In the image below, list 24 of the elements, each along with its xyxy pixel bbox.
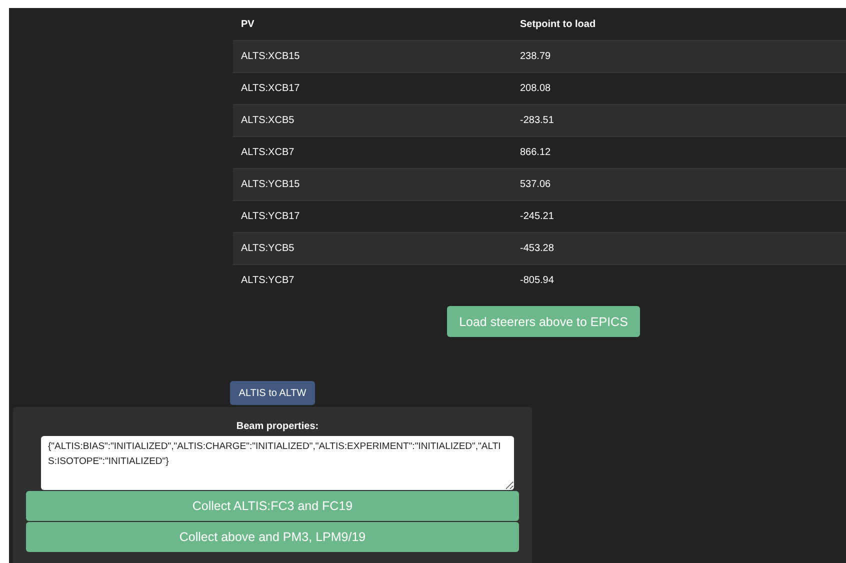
- table-cell-text: ALTS:YCB7: [240, 275, 296, 286]
- collect-button[interactable]: Collect above and PM3, LPM9/19: [26, 522, 519, 552]
- column-header: Setpoint to load: [519, 18, 596, 30]
- table-cell-text: 238.79: [519, 51, 551, 62]
- table-cell-text: -245.21: [519, 211, 554, 222]
- table-cell-text: ALTS:XCB5: [240, 115, 296, 126]
- table-cell-text: ALTS:XCB7: [240, 147, 296, 158]
- table-cell-text: -283.51: [519, 115, 554, 126]
- table-cell-text: -805.94: [519, 275, 554, 286]
- column-header: PV: [240, 18, 256, 30]
- field-label: Beam properties:: [236, 421, 319, 432]
- table-cell-text: 866.12: [519, 147, 551, 158]
- table-cell-text: ALTS:YCB15: [240, 179, 301, 190]
- table-cell-text: ALTS:XCB15: [240, 51, 301, 62]
- table-cell-text: 208.08: [519, 83, 551, 94]
- collect-button[interactable]: Collect ALTIS:FC3 and FC19: [26, 491, 519, 521]
- table-cell-text: ALTS:XCB17: [240, 83, 301, 94]
- load-button[interactable]: Load steerers above to EPICS: [447, 306, 640, 337]
- table-cell-text: ALTS:YCB5: [240, 243, 296, 254]
- table-cell-text: 537.06: [519, 179, 551, 190]
- table-cell-text: -453.28: [519, 243, 554, 254]
- table-cell-text: ALTS:YCB17: [240, 211, 301, 222]
- tab-button[interactable]: ALTIS to ALTW: [230, 381, 315, 405]
- beam-properties-field[interactable]: {"ALTIS:BIAS":"INITIALIZED","ALTIS:CHARGE":"INITIALIZED","ALTIS:EXPERIMENT":"INITIALIZED","ALTIS:ISOTOPE":"INITIALIZED"}: [41, 436, 514, 490]
